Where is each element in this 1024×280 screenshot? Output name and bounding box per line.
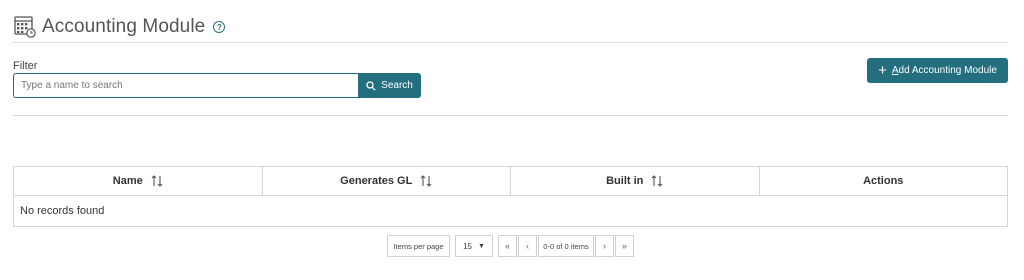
sort-icon — [420, 175, 432, 187]
page-header: Accounting Module ? — [14, 13, 226, 41]
column-header-generates-gl[interactable]: Generates GL — [263, 167, 511, 195]
last-page-button[interactable]: » — [615, 235, 634, 257]
empty-row: No records found — [20, 205, 105, 217]
column-header-actions: Actions — [863, 175, 904, 187]
page-title: Accounting Module — [42, 16, 206, 37]
header-divider — [13, 42, 1008, 43]
previous-page-button[interactable]: ‹ — [518, 235, 537, 257]
search-button-label: Search — [381, 80, 413, 91]
records-table: Name Generates GL Built in Actions No re… — [13, 166, 1008, 227]
pagination-info: 0-0 of 0 items — [538, 235, 594, 257]
calculator-calendar-icon — [14, 16, 36, 38]
column-header-built-in[interactable]: Built in — [511, 167, 760, 195]
column-header-name[interactable]: Name — [14, 167, 263, 195]
filter-label: Filter — [13, 60, 38, 72]
sort-icon — [151, 175, 163, 187]
page-size-select[interactable]: 15 ▼ — [455, 235, 493, 257]
plus-icon: + — [878, 62, 887, 79]
sort-icon — [652, 175, 663, 187]
first-page-button[interactable]: « — [498, 235, 517, 257]
table-header: Name Generates GL Built in Actions — [14, 167, 1007, 196]
chevron-down-icon: ▼ — [477, 242, 485, 250]
next-page-button[interactable]: › — [595, 235, 614, 257]
items-per-page-label: Items per page — [387, 235, 450, 257]
search-group: Search — [13, 73, 421, 98]
add-button-label: Add Accounting Module — [891, 65, 997, 76]
search-icon — [366, 80, 376, 91]
search-input[interactable] — [13, 73, 358, 98]
add-accounting-module-button[interactable]: + Add Accounting Module — [867, 58, 1008, 83]
help-icon[interactable]: ? — [213, 21, 226, 33]
pagination: Items per page 15 ▼ « ‹ 0-0 of 0 items ›… — [387, 235, 635, 257]
section-divider — [13, 115, 1008, 116]
search-button[interactable]: Search — [358, 73, 421, 98]
